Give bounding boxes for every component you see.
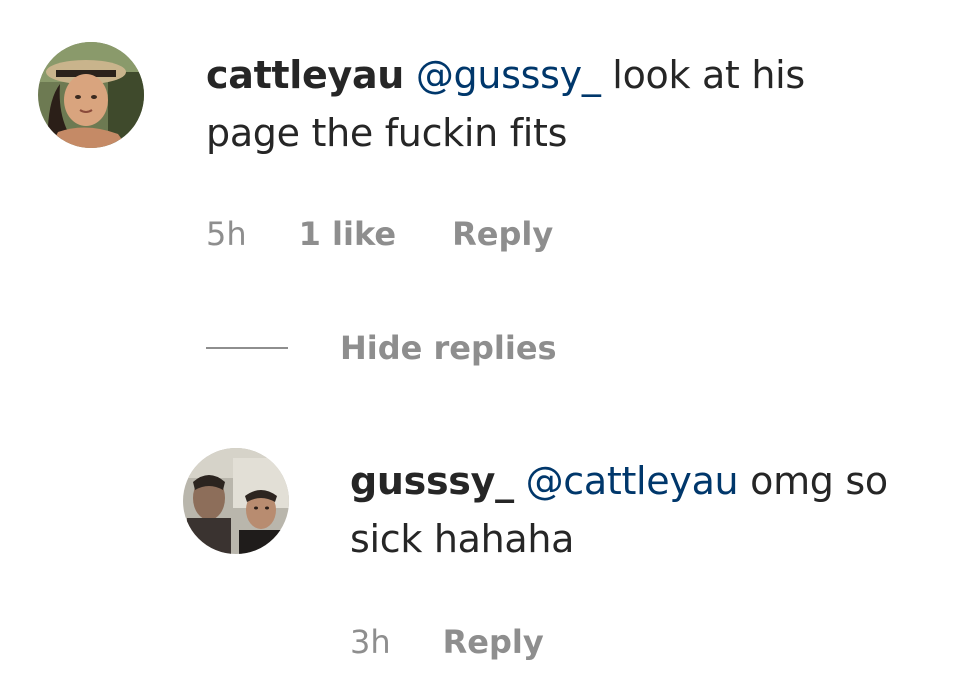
hide-replies-divider: [206, 347, 288, 349]
hide-replies-button[interactable]: Hide replies: [206, 326, 557, 370]
reply-text-line2: sick hahaha: [350, 517, 575, 561]
comment-likes[interactable]: 1 like: [299, 215, 396, 253]
hide-replies-label: Hide replies: [340, 329, 557, 367]
avatar-photo-icon: [183, 448, 289, 554]
comment-text-line1: look at his: [600, 53, 805, 97]
comment-meta: 5h 1 like Reply: [206, 212, 553, 256]
reply-text-line1: omg so: [738, 459, 888, 503]
comments-thread: cattleyau @gusssy_ look at his page the …: [0, 0, 980, 686]
comment-username[interactable]: cattleyau: [206, 53, 404, 97]
comment-text-line2: page the fuckin fits: [206, 111, 568, 155]
reply-username[interactable]: gusssy_: [350, 459, 514, 503]
reply-body: gusssy_ @cattleyau omg so sick hahaha: [350, 452, 950, 568]
reply-meta: 3h Reply: [350, 620, 544, 664]
avatar[interactable]: [38, 42, 144, 148]
comment-body: cattleyau @gusssy_ look at his page the …: [206, 46, 906, 162]
reply-button[interactable]: Reply: [443, 623, 544, 661]
reply-time[interactable]: 3h: [350, 623, 391, 661]
comment-time[interactable]: 5h: [206, 215, 247, 253]
avatar-photo-icon: [38, 42, 144, 148]
avatar[interactable]: [183, 448, 289, 554]
reply-button[interactable]: Reply: [452, 215, 553, 253]
comment-mention[interactable]: @gusssy_: [416, 53, 601, 97]
reply-mention[interactable]: @cattleyau: [526, 459, 739, 503]
